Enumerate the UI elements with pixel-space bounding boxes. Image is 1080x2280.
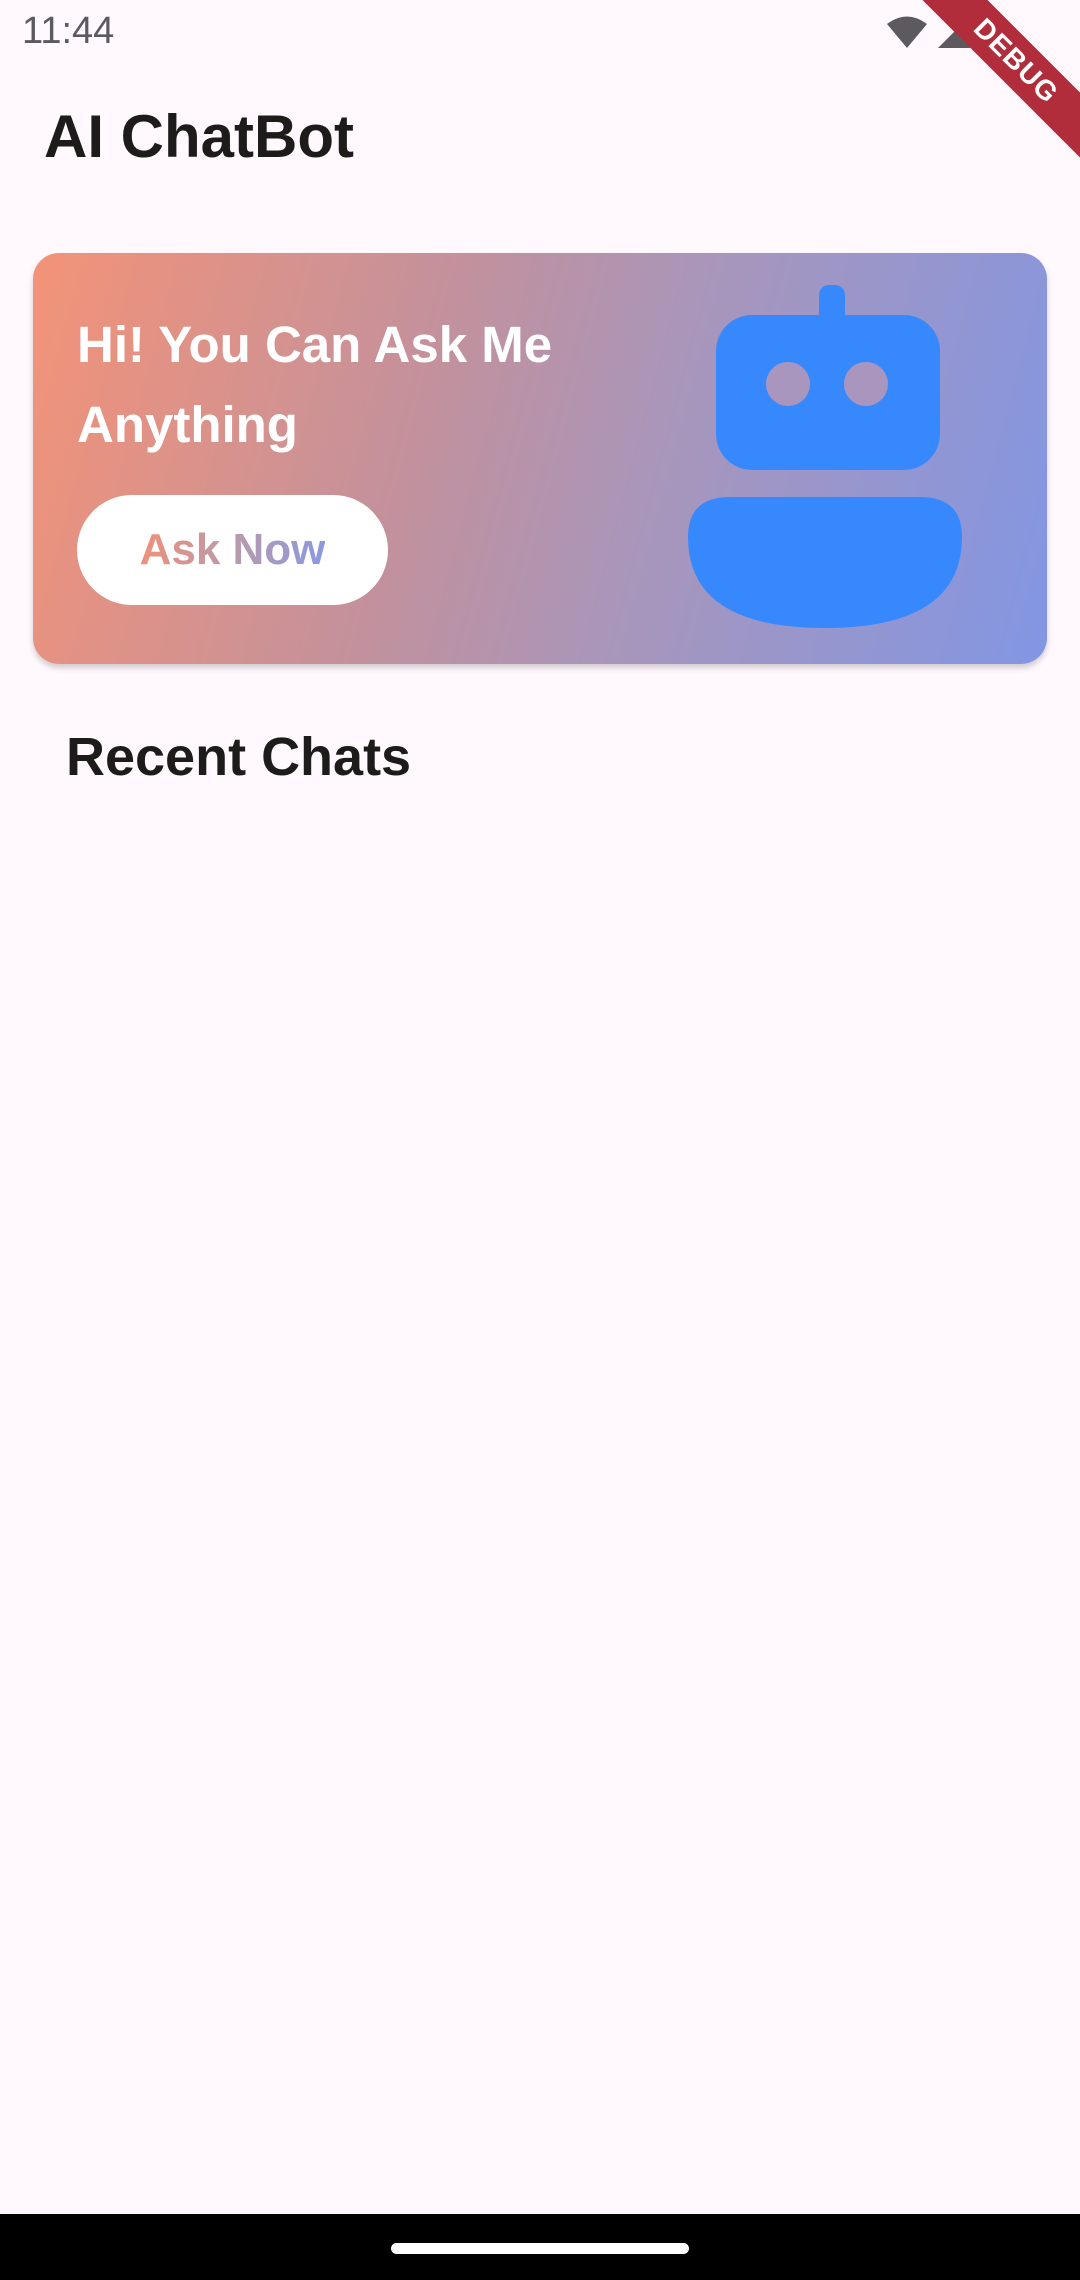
recent-chats-heading: Recent Chats [66,727,412,787]
ask-now-label: Ask Now [139,525,326,574]
app-screen: 11:44 DEBUG AI ChatBot Hi! You Can Ask M… [0,0,1080,2280]
signal-icon [936,15,972,49]
ask-now-button[interactable]: Ask Now [77,495,388,605]
status-time: 11:44 [22,10,115,52]
navigation-bar [0,2214,1080,2280]
hero-card: Hi! You Can Ask Me Anything Ask Now [33,253,1047,664]
status-bar: 11:44 [0,0,1080,66]
page-title: AI ChatBot [44,103,354,170]
home-indicator[interactable] [391,2243,689,2254]
robot-icon [688,285,978,630]
wifi-icon [886,15,928,49]
hero-headline: Hi! You Can Ask Me Anything [77,316,553,453]
status-icons [886,13,1002,51]
battery-icon [980,13,1002,51]
